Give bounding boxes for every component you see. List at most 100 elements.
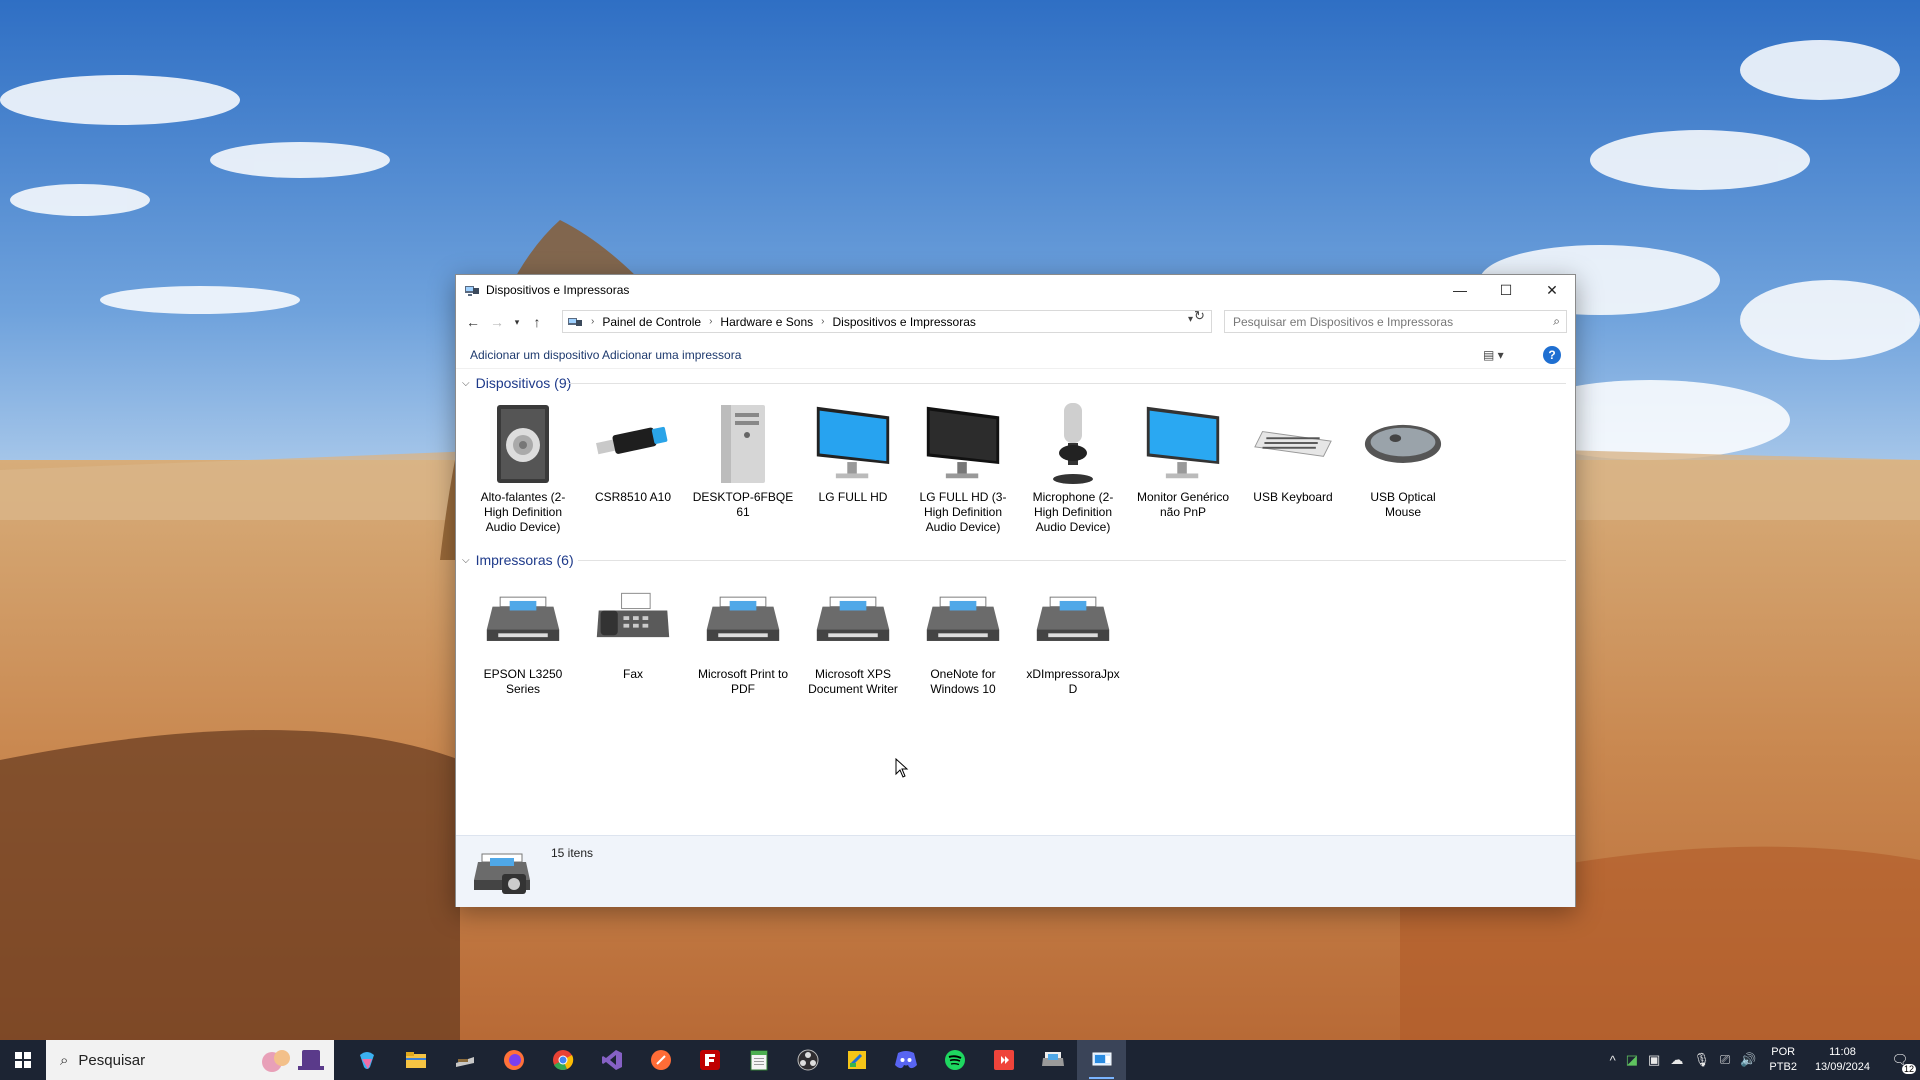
notifications-button[interactable]: 🗨 12 bbox=[1880, 1040, 1920, 1080]
cloud-icon[interactable]: ☁ bbox=[1670, 1052, 1683, 1068]
minimize-icon: — bbox=[1453, 282, 1467, 298]
meet-now-icon[interactable]: ▣ bbox=[1648, 1052, 1660, 1068]
group-header-printers[interactable]: ⌵ Impressoras (6) bbox=[462, 551, 574, 569]
breadcrumb-devices-printers[interactable]: Dispositivos e Impressoras bbox=[832, 315, 975, 329]
close-button[interactable]: ✕ bbox=[1529, 275, 1575, 305]
printer-item-xdimpressora[interactable]: xDImpressoraJpx D bbox=[1018, 577, 1128, 697]
taskbar-app-editor[interactable] bbox=[832, 1040, 881, 1080]
group-header-devices[interactable]: ⌵ Dispositivos (9) bbox=[462, 374, 571, 392]
monitor-dark-icon bbox=[923, 400, 1003, 486]
maximize-icon: ☐ bbox=[1499, 281, 1513, 298]
mouse-icon bbox=[1363, 400, 1443, 486]
microphone-icon[interactable]: 🎙 bbox=[1693, 1052, 1710, 1068]
device-item-desktop[interactable]: DESKTOP-6FBQE 61 bbox=[688, 400, 798, 535]
taskbar-app-visual-studio[interactable] bbox=[587, 1040, 636, 1080]
taskbar-app-chrome[interactable] bbox=[538, 1040, 587, 1080]
device-item-lg-audio[interactable]: LG FULL HD (3- High Definition Audio Dev… bbox=[908, 400, 1018, 535]
printer-item-fax[interactable]: Fax bbox=[578, 577, 688, 697]
group-title-devices: Dispositivos (9) bbox=[475, 375, 572, 391]
app-tray-icon[interactable]: ◪ bbox=[1626, 1052, 1638, 1068]
chevron-down-icon: ⌵ bbox=[462, 377, 470, 389]
search-input[interactable]: Pesquisar em Dispositivos e Impressoras … bbox=[1224, 310, 1567, 333]
taskbar-search[interactable]: ⌕ Pesquisar bbox=[46, 1040, 334, 1080]
group-divider bbox=[566, 383, 1566, 384]
search-placeholder: Pesquisar em Dispositivos e Impressoras bbox=[1233, 314, 1454, 329]
volume-icon[interactable]: 🔊 bbox=[1740, 1052, 1756, 1068]
device-item-usb-mouse[interactable]: USB Optical Mouse bbox=[1348, 400, 1458, 535]
active-indicator bbox=[1089, 1077, 1114, 1079]
discord-icon bbox=[894, 1051, 917, 1069]
postman-icon bbox=[650, 1050, 671, 1070]
refresh-icon[interactable]: ↻ bbox=[1194, 308, 1205, 324]
device-item-microphone[interactable]: Microphone (2- High Definition Audio Dev… bbox=[1018, 400, 1128, 535]
printer-item-epson[interactable]: EPSON L3250 Series bbox=[468, 577, 578, 697]
clock[interactable]: 11:08 13/09/2024 bbox=[1815, 1045, 1870, 1075]
device-item-generic-monitor[interactable]: Monitor Genérico não PnP bbox=[1128, 400, 1238, 535]
language-code: POR bbox=[1771, 1046, 1796, 1058]
printer-icon bbox=[483, 577, 563, 663]
network-icon[interactable]: ⎚ bbox=[1720, 1052, 1730, 1068]
device-label: Monitor Genérico não PnP bbox=[1136, 490, 1230, 519]
add-printer-button[interactable]: Adicionar uma impressora bbox=[602, 348, 741, 362]
control-panel-icon bbox=[568, 317, 582, 326]
search-icon: ⌕ bbox=[60, 1051, 69, 1069]
usb-dongle-icon bbox=[593, 400, 673, 486]
taskbar-app-notepad[interactable] bbox=[734, 1040, 783, 1080]
device-label: USB Keyboard bbox=[1253, 490, 1333, 504]
chrome-icon bbox=[552, 1050, 573, 1070]
taskbar-app-filezilla[interactable] bbox=[685, 1040, 734, 1080]
taskbar-app-firefox[interactable] bbox=[489, 1040, 538, 1080]
taskbar-app-obs[interactable] bbox=[783, 1040, 832, 1080]
start-button[interactable] bbox=[0, 1040, 46, 1080]
taskbar-app-spotify[interactable] bbox=[930, 1040, 979, 1080]
device-label: Alto-falantes (2- High Definition Audio … bbox=[480, 490, 566, 534]
taskbar-app-discord[interactable] bbox=[881, 1040, 930, 1080]
change-view-button[interactable]: ▤ ▾ bbox=[1483, 348, 1504, 362]
address-bar[interactable]: › Painel de Controle › Hardware e Sons ›… bbox=[562, 310, 1212, 333]
details-pane: 15 itens bbox=[456, 835, 1575, 907]
chevron-up-icon[interactable]: ^ bbox=[1610, 1053, 1616, 1068]
taskbar-app-anydesk[interactable] bbox=[979, 1040, 1028, 1080]
device-item-lg-full-hd[interactable]: LG FULL HD bbox=[798, 400, 908, 535]
breadcrumb-control-panel[interactable]: Painel de Controle bbox=[602, 315, 701, 329]
forward-button[interactable]: → bbox=[488, 313, 506, 331]
printer-item-print-to-pdf[interactable]: Microsoft Print to PDF bbox=[688, 577, 798, 697]
breadcrumb-hardware-sound[interactable]: Hardware e Sons bbox=[720, 315, 813, 329]
taskbar-app-file-explorer[interactable] bbox=[391, 1040, 440, 1080]
back-arrow-icon: ← bbox=[466, 314, 480, 330]
obs-icon bbox=[797, 1049, 818, 1071]
minimize-button[interactable]: — bbox=[1437, 275, 1483, 305]
device-item-csr8510[interactable]: CSR8510 A10 bbox=[578, 400, 688, 535]
search-highlight-icon bbox=[262, 1050, 324, 1072]
printer-item-onenote[interactable]: OneNote for Windows 10 bbox=[908, 577, 1018, 697]
up-button[interactable]: ↑ bbox=[528, 313, 546, 331]
taskbar-app-postman[interactable] bbox=[636, 1040, 685, 1080]
view-icon: ▤ ▾ bbox=[1483, 348, 1504, 362]
language-indicator[interactable]: POR PTB2 bbox=[1769, 1045, 1797, 1075]
notepad-icon bbox=[750, 1050, 767, 1071]
taskbar-app-devices-tool[interactable] bbox=[1028, 1040, 1077, 1080]
taskbar-app-tool[interactable] bbox=[440, 1040, 489, 1080]
keyboard-layout: PTB2 bbox=[1769, 1061, 1797, 1073]
add-device-button[interactable]: Adicionar um dispositivo bbox=[470, 348, 599, 362]
device-label: LG FULL HD (3- High Definition Audio Dev… bbox=[919, 490, 1007, 534]
recent-locations-button[interactable]: ▾ bbox=[508, 313, 526, 331]
device-item-usb-keyboard[interactable]: USB Keyboard bbox=[1238, 400, 1348, 535]
printer-item-xps-writer[interactable]: Microsoft XPS Document Writer bbox=[798, 577, 908, 697]
up-arrow-icon: ↑ bbox=[533, 314, 541, 330]
address-dropdown-icon[interactable]: ▾ bbox=[1188, 314, 1193, 325]
taskbar-app-devices-printers[interactable] bbox=[1077, 1040, 1126, 1080]
group-divider bbox=[578, 560, 1566, 561]
taskbar-app-copilot[interactable] bbox=[342, 1040, 391, 1080]
title-bar[interactable]: Dispositivos e Impressoras — ☐ ✕ bbox=[456, 275, 1575, 305]
help-button[interactable]: ? bbox=[1543, 346, 1561, 364]
windows-logo-icon bbox=[15, 1052, 31, 1068]
mouse-cursor-icon bbox=[895, 758, 909, 778]
maximize-button[interactable]: ☐ bbox=[1483, 275, 1529, 305]
command-bar: Adicionar um dispositivo Adicionar uma i… bbox=[456, 341, 1575, 369]
printers-grid: EPSON L3250 Series Fax Microsoft Print t… bbox=[468, 577, 1128, 697]
folder-icon bbox=[405, 1052, 426, 1068]
back-button[interactable]: ← bbox=[464, 313, 482, 331]
search-icon[interactable]: ⌕ bbox=[1553, 314, 1560, 329]
device-item-speakers[interactable]: Alto-falantes (2- High Definition Audio … bbox=[468, 400, 578, 535]
